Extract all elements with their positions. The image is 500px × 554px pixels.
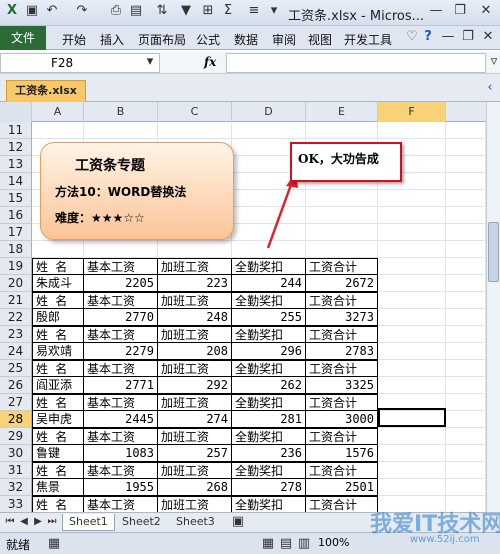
window-close-icon[interactable]: ✕ [480,29,496,45]
minimize-icon[interactable]: — [428,3,444,19]
title-bar: X ▣ ↶ ↷ ⎙ ▤ ⇅ ▼ ⊞ Σ ≡ ▾ 工资条.xlsx - Micro… [0,0,500,26]
border-icon[interactable]: ⊞ [200,3,216,19]
print-preview-icon[interactable]: ⎙ [108,3,124,19]
selected-cell-f28[interactable] [378,408,446,427]
ribbon-minimize-icon[interactable]: ♡ [404,29,420,45]
window-title: 工资条.xlsx - Micros... [288,9,425,24]
excel-logo-icon: X [6,3,18,18]
tab-developer[interactable]: 开发工具 [344,31,392,48]
last-sheet-icon[interactable]: ⏭ [44,514,60,530]
expand-formula-icon[interactable]: ▿ [486,54,500,70]
sort-icon[interactable]: ⇅ [154,3,170,19]
sheet-tab-sheet2[interactable]: Sheet2 [116,514,167,531]
new-sheet-icon[interactable]: ▣ [230,514,246,530]
filter-icon[interactable]: ▼ [178,3,194,19]
function-icon[interactable]: fx [204,55,216,69]
workbook-nav-icon[interactable]: ‹ [482,80,498,96]
restore-icon[interactable]: ❐ [452,3,468,19]
status-ready: 就绪 [6,538,31,552]
customize-toolbar-icon[interactable]: ▾ [266,3,282,19]
name-box[interactable]: F28 [0,53,160,73]
tab-home[interactable]: 开始 [62,31,86,48]
tab-review[interactable]: 审阅 [272,31,296,48]
close-icon[interactable]: ✕ [478,3,494,19]
normal-view-icon[interactable]: ▦ [260,536,276,552]
page-layout-view-icon[interactable]: ▤ [278,536,294,552]
scroll-thumb[interactable] [488,222,499,282]
formula-bar: F28 ▾ fx ▿ [0,52,500,74]
tab-formulas[interactable]: 公式 [196,31,220,48]
page-break-view-icon[interactable]: ▥ [296,536,312,552]
watermark-url: www.52ij.com [410,534,480,545]
annotation-arrow [266,172,298,249]
window-minimize-icon[interactable]: — [440,29,456,45]
redo-icon[interactable]: ↷ [74,3,90,19]
ribbon-tabs: 文件 开始 插入 页面布局 公式 数据 审阅 视图 开发工具 ♡ ? — ❐ ✕ [0,26,500,50]
tab-insert[interactable]: 插入 [100,31,124,48]
workbook-tab[interactable]: 工资条.xlsx [6,80,86,102]
spreadsheet-grid: A B C D E F 11 12 13 14 15 16 17 18 19 20 21 22 23 24… [0,102,486,512]
undo-icon[interactable]: ↶ [44,3,60,19]
tab-view[interactable]: 视图 [308,31,332,48]
format-icon[interactable]: ≡ [246,3,262,19]
macro-record-icon[interactable]: ▦ [46,536,62,552]
save-icon[interactable]: ▣ [24,3,40,19]
workbook-tab-strip: 工资条.xlsx ‹ [0,74,500,102]
file-tab[interactable]: 文件 [0,26,46,50]
help-icon[interactable]: ? [420,29,436,45]
namebox-dropdown-icon[interactable]: ▾ [142,54,158,70]
vertical-scrollbar[interactable] [486,102,500,512]
autosum-icon[interactable]: Σ [220,3,236,19]
tab-page-layout[interactable]: 页面布局 [138,31,186,48]
paste-icon[interactable]: ▤ [128,3,144,19]
sheet-tab-sheet3[interactable]: Sheet3 [170,514,221,531]
formula-input[interactable] [226,53,486,73]
arrow-line [266,181,294,249]
sheet-tab-sheet1[interactable]: Sheet1 [62,514,115,531]
window-restore-icon[interactable]: ❐ [460,29,476,45]
zoom-level[interactable]: 100% [318,536,349,549]
tab-data[interactable]: 数据 [234,31,258,48]
annotation-note: OK，大功告成 [290,142,402,182]
